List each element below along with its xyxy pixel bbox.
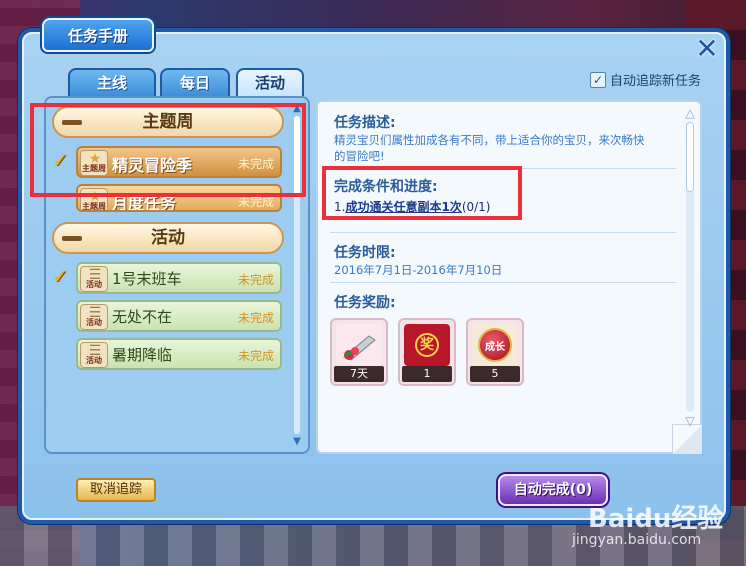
scroll-thumb[interactable] xyxy=(686,122,694,192)
reward-item[interactable]: 7天 xyxy=(330,318,388,386)
auto-track-checkbox[interactable]: ✓ xyxy=(590,71,606,88)
watermark-logo: Baidu经验 xyxy=(588,504,724,534)
reward-item[interactable]: 奖 1 xyxy=(398,318,456,386)
close-icon[interactable]: ✕ xyxy=(694,35,720,63)
desc-text-line2: 的冒险吧! xyxy=(334,149,385,163)
event-badge-icon: ☰ 活动 xyxy=(80,266,108,292)
quest-status: 未完成 xyxy=(237,311,274,325)
limit-text: 2016年7月1日-2016年7月10日 xyxy=(334,263,503,277)
flower-bouquet-icon xyxy=(336,324,382,366)
highlight-box xyxy=(322,166,522,220)
quest-tabs: 主线 每日 活动 xyxy=(68,68,304,96)
scroll-up-icon[interactable]: △ xyxy=(682,106,698,120)
scroll-down-icon[interactable]: ▼ xyxy=(290,436,304,447)
watermark-url: jingyan.baidu.com xyxy=(572,532,702,548)
red-envelope-icon: 奖 xyxy=(404,324,450,366)
tab-main[interactable]: 主线 xyxy=(68,68,156,96)
reward-qty: 7天 xyxy=(334,366,384,382)
quest-item[interactable]: ☰ 活动 暑期降临 未完成 xyxy=(76,338,282,370)
reward-title: 任务奖励: xyxy=(334,295,396,311)
tracked-check-icon: ✓ xyxy=(52,264,69,288)
group-label: 活动 xyxy=(151,228,185,248)
quest-item[interactable]: ☰ 活动 无处不在 未完成 xyxy=(76,300,282,332)
window-title: 任务手册 xyxy=(42,18,154,52)
auto-track-label: 自动追踪新任务 xyxy=(610,74,702,89)
reward-qty: 1 xyxy=(402,366,452,382)
detail-scrollbar[interactable]: △ ▽ xyxy=(682,106,698,428)
cancel-track-button[interactable]: 取消追踪 xyxy=(76,478,156,502)
divider xyxy=(330,282,676,283)
event-badge-icon: ☰ 活动 xyxy=(80,342,108,368)
group-header-event[interactable]: 活动 xyxy=(52,222,284,254)
quest-name: 暑期降临 xyxy=(112,346,173,364)
highlight-box xyxy=(30,103,306,197)
page-curl-decoration xyxy=(672,424,702,454)
reward-item[interactable]: 成长 5 xyxy=(466,318,524,386)
collapse-icon xyxy=(62,236,82,241)
tab-event[interactable]: 活动 xyxy=(236,68,304,96)
desc-text-line1: 精灵宝贝们属性加成各有不同，带上适合你的宝贝，来次畅快 xyxy=(334,133,645,147)
quest-status: 未完成 xyxy=(237,349,274,363)
limit-title: 任务时限: xyxy=(334,245,396,261)
reward-qty: 5 xyxy=(470,366,520,382)
quest-name: 无处不在 xyxy=(112,308,173,326)
desc-title: 任务描述: xyxy=(334,115,396,131)
quest-item[interactable]: ☰ 活动 1号末班车 未完成 xyxy=(76,262,282,294)
divider xyxy=(330,232,676,233)
tab-daily[interactable]: 每日 xyxy=(160,68,230,96)
scroll-down-icon[interactable]: ▽ xyxy=(682,414,698,428)
event-badge-icon: ☰ 活动 xyxy=(80,304,108,330)
growth-potion-icon: 成长 xyxy=(472,324,518,366)
quest-name: 1号末班车 xyxy=(112,270,182,288)
quest-status: 未完成 xyxy=(237,273,274,287)
auto-track-toggle[interactable]: ✓ 自动追踪新任务 xyxy=(590,70,701,89)
